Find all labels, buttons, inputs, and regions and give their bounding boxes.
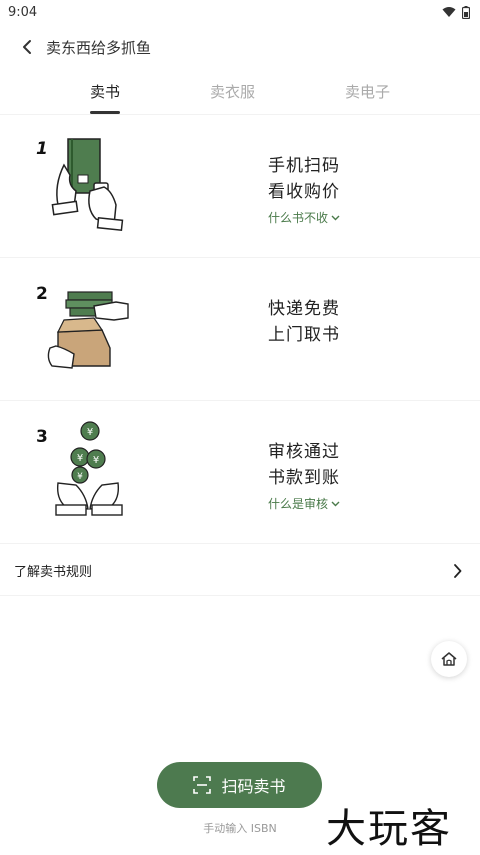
wifi-icon: [442, 7, 456, 17]
svg-text:¥: ¥: [77, 472, 83, 482]
back-button[interactable]: [12, 32, 42, 62]
books-not-accepted-link[interactable]: 什么书不收: [268, 209, 340, 226]
scan-icon: [193, 776, 212, 794]
scan-sell-button[interactable]: 扫码卖书: [157, 762, 322, 808]
home-icon: [441, 652, 457, 666]
step-number: 1: [36, 139, 48, 159]
category-tabs: 卖书 卖衣服 卖电子: [0, 76, 480, 114]
tab-sell-clothes[interactable]: 卖衣服: [200, 76, 265, 114]
step-description: 审核通过 书款到账: [268, 439, 340, 491]
battery-icon: [462, 5, 470, 19]
link-label: 什么是审核: [268, 497, 329, 511]
svg-text:¥: ¥: [87, 427, 93, 438]
chevron-right-icon: [454, 563, 462, 578]
link-label: 什么书不收: [268, 211, 329, 225]
status-time: 9:04: [8, 4, 38, 20]
step-line-1: 快递免费: [268, 299, 340, 319]
chevron-down-icon: [331, 501, 340, 506]
tab-label: 卖衣服: [209, 83, 255, 101]
step-scan: 1 手机扫码 看收购价 什么书不收: [0, 115, 480, 258]
what-is-review-link[interactable]: 什么是审核: [268, 495, 340, 512]
status-icons: [442, 5, 470, 19]
step-description: 快递免费 上门取书: [268, 296, 340, 348]
step-line-2: 看收购价: [268, 182, 340, 202]
book-scan-illustration: [51, 138, 124, 232]
selling-rules-row[interactable]: 了解卖书规则: [0, 546, 480, 596]
header: 卖东西给多抓鱼: [0, 28, 480, 66]
tab-label: 卖书: [89, 83, 120, 101]
svg-text:¥: ¥: [77, 453, 83, 464]
coins-hands-illustration: ¥ ¥ ¥ ¥: [55, 421, 123, 516]
step-line-2: 书款到账: [268, 468, 340, 488]
tab-sell-books[interactable]: 卖书: [75, 76, 135, 114]
home-button[interactable]: [431, 641, 467, 677]
tab-sell-electronics[interactable]: 卖电子: [335, 76, 400, 114]
watermark: 大玩客: [326, 806, 452, 852]
status-bar: 9:04: [0, 0, 480, 24]
step-number: 3: [36, 427, 48, 447]
chevron-down-icon: [331, 215, 340, 220]
step-line-1: 手机扫码: [268, 156, 340, 176]
step-line-2: 上门取书: [268, 325, 340, 345]
step-description: 手机扫码 看收购价: [268, 153, 340, 205]
step-payout: 3 ¥ ¥ ¥ ¥ 审核通过 书款到账 什么是审核: [0, 401, 480, 544]
svg-text:¥: ¥: [93, 455, 99, 466]
step-courier: 2 快递免费 上门取书: [0, 258, 480, 401]
chevron-left-icon: [23, 40, 31, 54]
tab-label: 卖电子: [344, 83, 390, 101]
scan-button-label: 扫码卖书: [221, 777, 286, 796]
parcel-illustration: [47, 291, 129, 369]
step-line-1: 审核通过: [268, 442, 340, 462]
page-title: 卖东西给多抓鱼: [46, 38, 152, 57]
rules-label: 了解卖书规则: [14, 565, 93, 580]
